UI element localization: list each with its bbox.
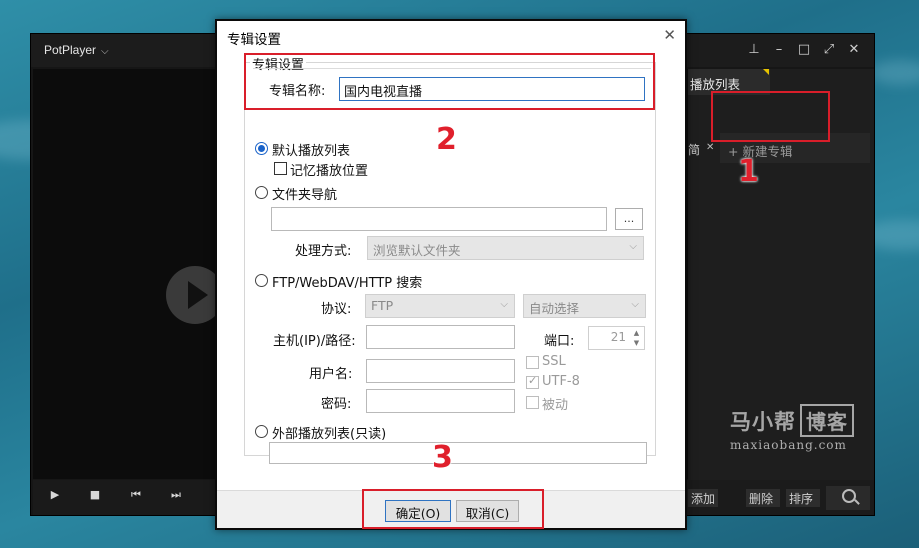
user-input[interactable] — [366, 359, 515, 383]
folder-nav-label: 文件夹导航 — [272, 188, 338, 203]
search-icon[interactable] — [842, 489, 856, 503]
ssl-label: SSL — [542, 354, 566, 369]
process-label: 处理方式: — [295, 244, 352, 259]
password-input[interactable] — [366, 389, 515, 413]
folder-nav-radio[interactable] — [255, 186, 268, 199]
passive-label: 被动 — [542, 398, 569, 413]
watermark-en: maxiaobang.com — [730, 438, 847, 452]
encoding-value: 自动选择 — [529, 301, 580, 316]
delete-button[interactable]: 删除 — [746, 489, 780, 507]
port-value: 21 — [610, 330, 626, 344]
pin-icon[interactable]: ⊥ — [746, 42, 762, 57]
annotation-number-2: 2 — [436, 122, 457, 157]
default-playlist-radio[interactable] — [255, 142, 268, 155]
ssl-checkbox[interactable] — [526, 356, 539, 369]
utf8-label: UTF-8 — [542, 374, 580, 389]
protocol-select[interactable]: FTP ⌵ — [365, 294, 515, 318]
annotation-number-1: 1 — [738, 154, 759, 189]
subtab-close-icon[interactable]: ✕ — [706, 142, 714, 153]
port-label: 端口: — [544, 334, 575, 349]
watermark-cn-boxed: 博客 — [800, 404, 854, 437]
host-label: 主机(IP)/路径: — [273, 334, 356, 349]
process-select[interactable]: 浏览默认文件夹 ⌵ — [367, 236, 644, 260]
annotation-box-buttons — [362, 489, 544, 529]
passive-checkbox[interactable] — [526, 396, 539, 409]
app-menu-button[interactable]: PotPlayer ⌵ — [44, 43, 109, 57]
tab-indicator — [763, 69, 769, 75]
encoding-select[interactable]: 自动选择 ⌵ — [523, 294, 646, 318]
chevron-down-icon: ⌵ — [629, 241, 637, 252]
annotation-number-3: 3 — [432, 440, 453, 475]
remember-position-checkbox[interactable] — [274, 162, 287, 175]
chevron-down-icon: ⌵ — [101, 46, 109, 57]
ftp-search-radio[interactable] — [255, 274, 268, 287]
password-label: 密码: — [321, 397, 352, 412]
ftp-search-label: FTP/WebDAV/HTTP 搜索 — [272, 276, 423, 291]
annotation-box-new-album — [711, 91, 830, 142]
user-label: 用户名: — [309, 367, 353, 382]
dialog-title: 专辑设置 — [227, 32, 281, 48]
annotation-box-album-name — [244, 53, 655, 110]
spinner-arrows-icon[interactable]: ▲ ▼ — [631, 328, 642, 348]
external-playlist-label: 外部播放列表(只读) — [272, 427, 387, 442]
port-input[interactable]: 21 ▲ ▼ — [588, 326, 645, 350]
watermark: 马小帮 博客 maxiaobang.com — [730, 404, 854, 452]
host-input[interactable] — [366, 325, 515, 349]
fullscreen-icon[interactable]: ⤢ — [821, 42, 837, 57]
watermark-cn: 马小帮 博客 — [730, 404, 854, 437]
default-playlist-label: 默认播放列表 — [272, 144, 351, 159]
utf8-checkbox[interactable] — [526, 374, 539, 389]
minimize-icon[interactable]: – — [771, 42, 787, 57]
close-icon[interactable]: ✕ — [663, 26, 676, 44]
add-button[interactable]: 添加 — [688, 489, 719, 507]
remember-position-label: 记忆播放位置 — [290, 164, 369, 179]
stop-button[interactable]: ■ — [81, 488, 109, 508]
dialog-titlebar: 专辑设置 ✕ — [217, 21, 685, 52]
app-menu-label: PotPlayer — [44, 43, 97, 57]
playlist-toolbar: 添加 删除 排序 — [688, 480, 874, 515]
close-icon[interactable]: ✕ — [846, 42, 862, 57]
dialog-body: 专辑设置 专辑名称: 国内电视直播 默认播放列表 记忆播放位置 文件夹导航 ..… — [217, 52, 685, 490]
folder-path-input[interactable] — [271, 207, 607, 231]
restore-icon[interactable]: □ — [796, 42, 812, 57]
protocol-value: FTP — [371, 298, 394, 313]
chevron-down-icon: ⌵ — [631, 299, 639, 310]
previous-button[interactable]: ⏮ — [122, 488, 150, 508]
water-ripple — [870, 60, 919, 85]
protocol-label: 协议: — [321, 302, 352, 317]
external-playlist-radio[interactable] — [255, 425, 268, 438]
window-controls: ⊥ – □ ⤢ ✕ — [746, 42, 862, 57]
chevron-down-icon: ⌵ — [500, 299, 508, 310]
play-button[interactable]: ▶ — [41, 488, 69, 508]
next-button[interactable]: ⏭ — [162, 488, 190, 508]
browse-button[interactable]: ... — [615, 208, 643, 230]
external-playlist-input[interactable] — [269, 442, 647, 464]
sort-button[interactable]: 排序 — [786, 489, 820, 507]
process-value: 浏览默认文件夹 — [373, 243, 461, 258]
